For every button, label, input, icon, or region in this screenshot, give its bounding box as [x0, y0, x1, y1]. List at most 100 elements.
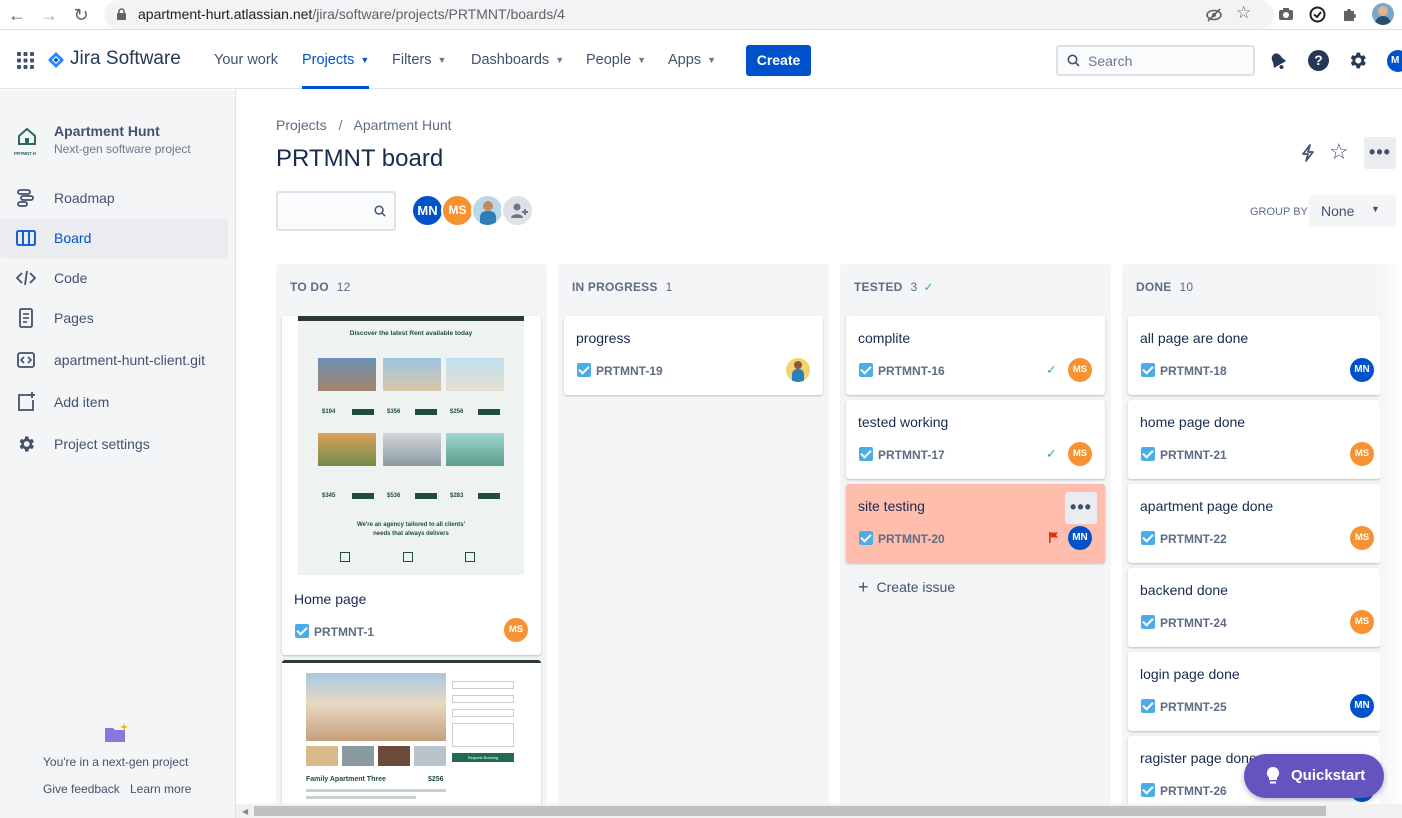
- scrollbar-thumb[interactable]: [254, 806, 1326, 816]
- pages-icon: [19, 308, 33, 328]
- search-input[interactable]: Search: [1056, 45, 1255, 76]
- story-checkbox-icon: [1141, 363, 1155, 377]
- chevron-down-icon: ▼: [555, 55, 565, 66]
- bookmark-star-icon[interactable]: ☆: [1236, 3, 1251, 23]
- issue-key: PRTMNT-21: [1160, 448, 1227, 462]
- give-feedback-link[interactable]: Give feedback: [43, 782, 120, 796]
- house-icon: [18, 127, 36, 145]
- sidebar-item-board[interactable]: Board: [0, 218, 228, 258]
- issue-card[interactable]: tested working PRTMNT-17 ✓ MS: [846, 400, 1105, 479]
- star-icon[interactable]: ☆: [1329, 139, 1349, 165]
- avatar-filter-ms[interactable]: MS: [441, 194, 474, 227]
- issue-card[interactable]: progress PRTMNT-19: [564, 316, 823, 395]
- settings-gear-icon[interactable]: [1347, 50, 1368, 71]
- sidebar-item-add-item[interactable]: Add item: [0, 382, 228, 422]
- more-actions-button[interactable]: •••: [1364, 137, 1396, 169]
- issue-card[interactable]: complite PRTMNT-16 ✓ MS: [846, 316, 1105, 395]
- camera-icon[interactable]: [1278, 7, 1294, 22]
- sidebar-item-project-settings[interactable]: Project settings: [0, 424, 228, 464]
- sidebar-item-roadmap[interactable]: Roadmap: [0, 178, 228, 218]
- story-checkbox-icon: [1141, 531, 1155, 545]
- assignee-avatar: MS: [1350, 442, 1374, 466]
- help-icon[interactable]: ?: [1308, 50, 1329, 71]
- issue-card[interactable]: apartment page done PRTMNT-22 MS: [1128, 484, 1380, 563]
- breadcrumb-projects[interactable]: Projects: [276, 117, 327, 133]
- card-title: Home page: [294, 591, 367, 607]
- create-button[interactable]: Create: [746, 45, 811, 76]
- issue-key: PRTMNT-1: [314, 625, 374, 639]
- issue-key: PRTMNT-22: [1160, 532, 1227, 546]
- top-navigation: Jira Software Your work Projects ▼ Filter…: [0, 31, 1402, 89]
- group-by-select[interactable]: None ▼: [1309, 195, 1396, 227]
- story-checkbox-icon: [1141, 699, 1155, 713]
- card-title: site testing: [858, 498, 925, 514]
- project-logo[interactable]: PRTMNT H: [14, 126, 40, 156]
- next-gen-folder-icon: [105, 723, 128, 742]
- repo-icon: [17, 352, 35, 368]
- card-title: complite: [858, 330, 911, 346]
- nav-apps[interactable]: Apps ▼: [668, 31, 716, 89]
- product-name[interactable]: Jira Software: [70, 48, 181, 70]
- board-search-input[interactable]: [276, 191, 396, 231]
- assignee-avatar: MS: [1068, 358, 1092, 382]
- board-edge-fade: [1380, 264, 1402, 804]
- extension-sync-icon[interactable]: [1309, 6, 1326, 23]
- nav-filters[interactable]: Filters ▼: [392, 31, 446, 89]
- issue-key: PRTMNT-16: [878, 364, 945, 378]
- reload-icon[interactable]: ↻: [70, 4, 92, 26]
- puzzle-icon[interactable]: [1341, 6, 1358, 23]
- done-check-icon: ✓: [923, 280, 934, 294]
- chevron-down-icon: ▼: [1371, 204, 1380, 214]
- card-title: home page done: [1140, 414, 1246, 430]
- nav-projects[interactable]: Projects ▼: [302, 31, 370, 89]
- avatar-filter-photo[interactable]: [471, 194, 504, 227]
- back-arrow-icon[interactable]: ←: [6, 4, 28, 26]
- card-image-preview: Request Booking Family Apartment Three $…: [282, 660, 541, 810]
- card-title: ragister page done: [1140, 750, 1257, 766]
- browser-profile-avatar[interactable]: [1372, 3, 1394, 25]
- nav-dashboards[interactable]: Dashboards ▼: [471, 31, 564, 89]
- profile-avatar[interactable]: M: [1387, 50, 1402, 72]
- issue-card[interactable]: login page done PRTMNT-25 MN: [1128, 652, 1380, 731]
- page-title: PRTMNT board: [276, 145, 444, 172]
- avatar-filter-mn[interactable]: MN: [411, 194, 444, 227]
- sidebar-item-repo[interactable]: apartment-hunt-client.git: [0, 340, 228, 380]
- add-people-icon[interactable]: [501, 194, 534, 227]
- card-title: progress: [576, 330, 631, 346]
- sidebar-item-label: Pages: [54, 310, 94, 326]
- sidebar-item-pages[interactable]: Pages: [0, 298, 228, 338]
- issue-card[interactable]: home page done PRTMNT-21 MS: [1128, 400, 1380, 479]
- horizontal-scrollbar[interactable]: ◀: [236, 804, 1402, 818]
- learn-more-link[interactable]: Learn more: [130, 782, 191, 796]
- quickstart-button[interactable]: Quickstart: [1244, 754, 1384, 798]
- create-issue-button[interactable]: + Create issue: [858, 577, 955, 598]
- nav-your-work[interactable]: Your work: [214, 31, 278, 89]
- lightbulb-icon: [1266, 767, 1280, 784]
- eye-off-icon[interactable]: [1206, 7, 1222, 23]
- nav-people[interactable]: People ▼: [586, 31, 646, 89]
- forward-arrow-icon[interactable]: →: [38, 4, 60, 26]
- notification-bell-icon[interactable]: [1268, 51, 1288, 71]
- issue-card[interactable]: all page are done PRTMNT-18 MN: [1128, 316, 1380, 395]
- card-more-button[interactable]: •••: [1065, 492, 1097, 524]
- story-checkbox-icon: [859, 447, 873, 461]
- issue-card[interactable]: Request Booking Family Apartment Three $…: [282, 660, 541, 810]
- column-header: DONE 10: [1136, 280, 1194, 294]
- chevron-down-icon: ▼: [637, 55, 647, 66]
- jira-logo-icon[interactable]: [47, 51, 65, 69]
- scroll-left-arrow-icon[interactable]: ◀: [242, 807, 248, 816]
- issue-card-flagged[interactable]: site testing ••• PRTMNT-20 MN: [846, 484, 1105, 563]
- card-image-preview: Discover the latest Rent available today…: [298, 316, 524, 575]
- issue-card[interactable]: backend done PRTMNT-24 MS: [1128, 568, 1380, 647]
- app-switcher-icon[interactable]: [17, 52, 34, 69]
- breadcrumb-project[interactable]: Apartment Hunt: [353, 117, 451, 133]
- column-header: IN PROGRESS 1: [572, 280, 673, 294]
- sidebar-item-code[interactable]: Code: [0, 258, 228, 298]
- plus-icon: +: [858, 577, 869, 597]
- sidebar-item-label: Add item: [54, 394, 110, 410]
- assignee-avatar: MN: [1068, 526, 1092, 550]
- issue-card[interactable]: Discover the latest Rent available today…: [282, 316, 541, 655]
- automation-bolt-icon[interactable]: [1298, 143, 1318, 163]
- story-checkbox-icon: [859, 531, 873, 545]
- address-bar[interactable]: apartment-hurt.atlassian.net/jira/softwa…: [104, 0, 1274, 29]
